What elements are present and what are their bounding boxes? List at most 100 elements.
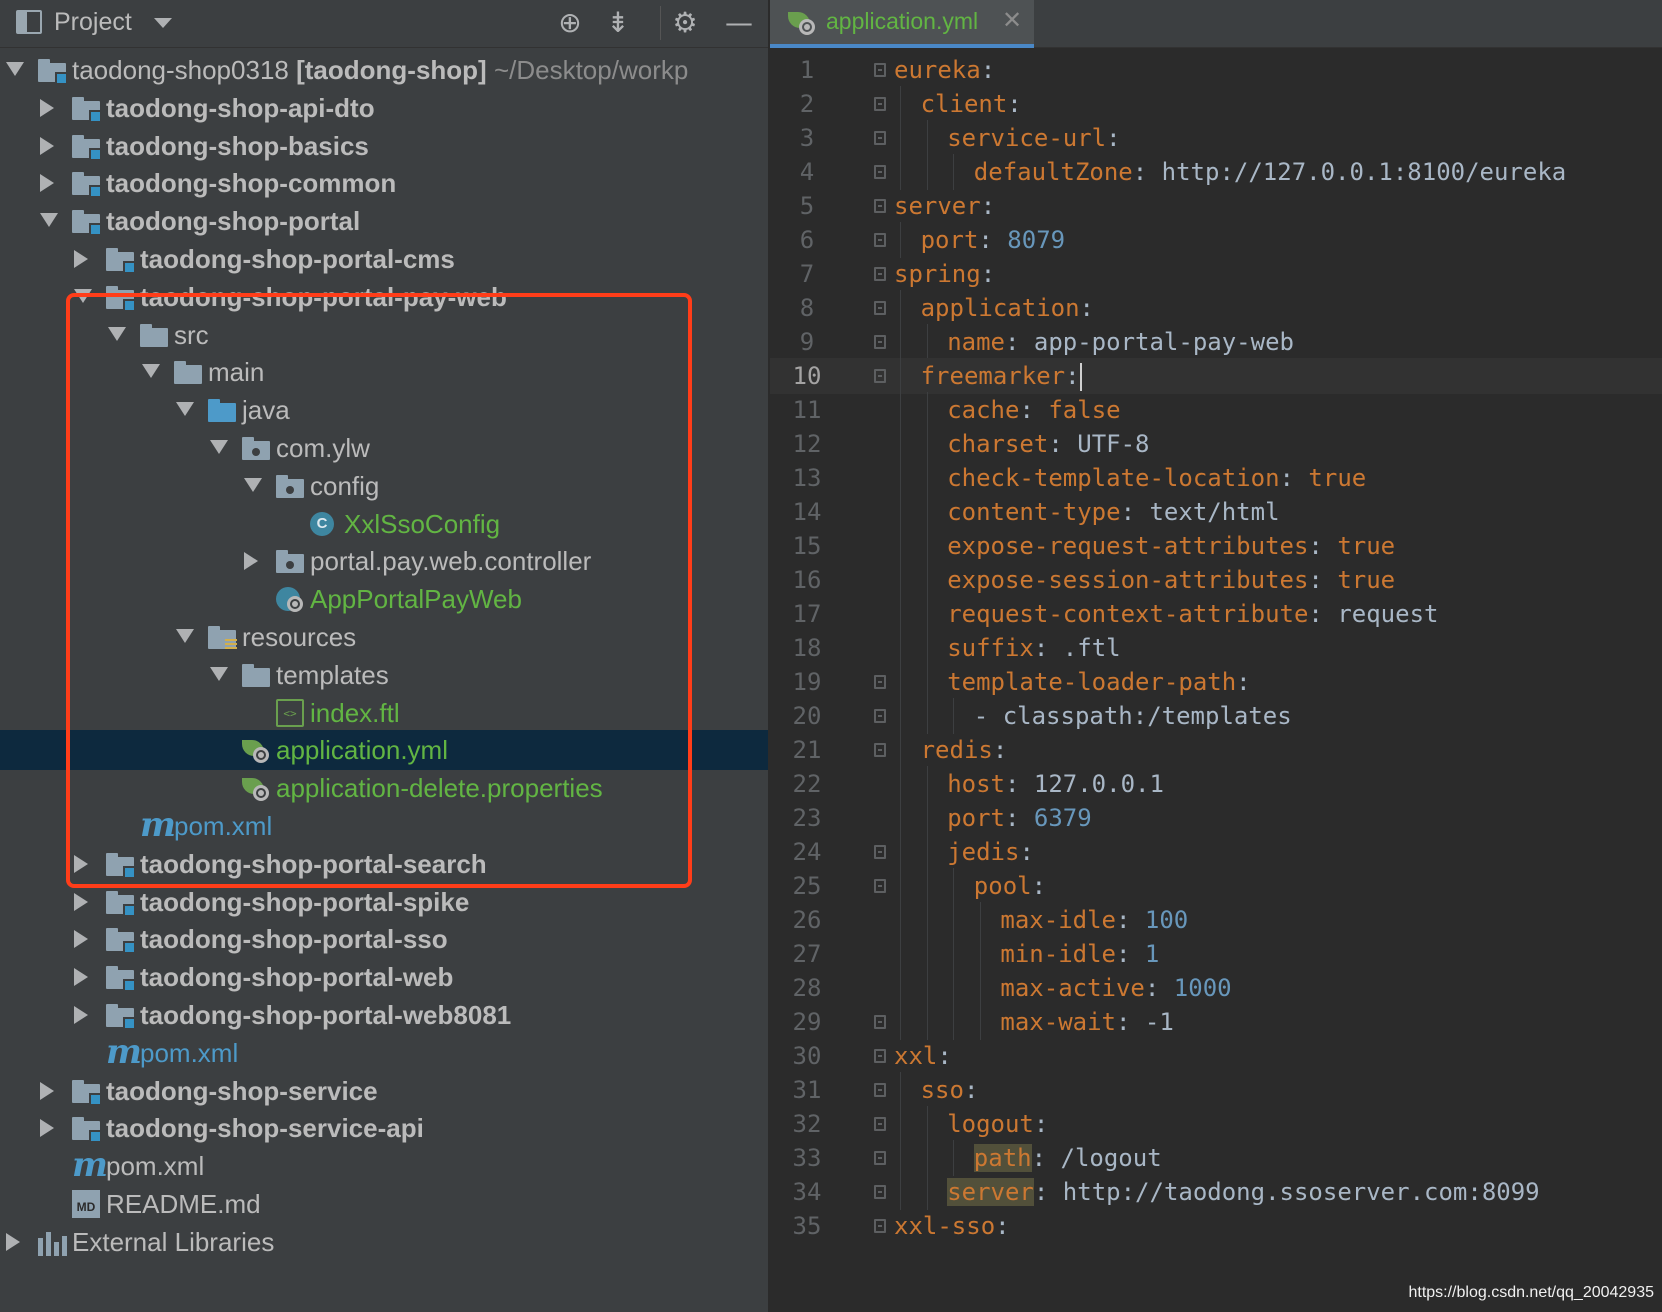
code-line[interactable]: 27 min-idle: 1 xyxy=(770,936,1662,972)
fold-marker-icon[interactable] xyxy=(874,131,886,145)
collapsed-arrow-icon[interactable] xyxy=(40,1119,54,1138)
code-line[interactable]: 29 max-wait: -1 xyxy=(770,1004,1662,1040)
collapsed-arrow-icon[interactable] xyxy=(40,136,54,155)
code-line[interactable]: 15 expose-request-attributes: true xyxy=(770,528,1662,564)
fold-marker-icon[interactable] xyxy=(874,335,886,349)
code-line[interactable]: 23 port: 6379 xyxy=(770,800,1662,836)
gear-icon[interactable]: ⚙ xyxy=(668,6,702,40)
code-line[interactable]: 3 service-url: xyxy=(770,120,1662,156)
fold-marker-icon[interactable] xyxy=(874,233,886,247)
code-line[interactable]: 6 port: 8079 xyxy=(770,222,1662,258)
tree-node[interactable]: config xyxy=(0,466,768,506)
code-line[interactable]: 7 spring: xyxy=(770,256,1662,292)
tree-node[interactable]: src xyxy=(0,315,768,355)
chevron-down-icon[interactable] xyxy=(154,18,172,28)
expanded-arrow-icon[interactable] xyxy=(210,666,228,681)
code-line[interactable]: 1 eureka: xyxy=(770,52,1662,88)
close-icon[interactable]: ✕ xyxy=(1002,6,1022,34)
code-line[interactable]: 17 request-context-attribute: request xyxy=(770,596,1662,632)
code-line[interactable]: 4 defaultZone: http://127.0.0.1:8100/eure… xyxy=(770,154,1662,190)
fold-marker-icon[interactable] xyxy=(874,743,886,757)
code-line[interactable]: 21 redis: xyxy=(770,732,1662,768)
tree-node[interactable]: External Libraries xyxy=(0,1222,768,1262)
collapse-all-icon[interactable]: ⇟ xyxy=(601,6,635,40)
code-line[interactable]: 33 path: /logout xyxy=(770,1140,1662,1176)
code-line[interactable]: 26 max-idle: 100 xyxy=(770,902,1662,938)
code-line[interactable]: 34 server: http://taodong.ssoserver.com:8… xyxy=(770,1174,1662,1210)
tree-node[interactable]: taodong-shop-basics xyxy=(0,126,768,166)
tab-application-yml[interactable]: application.yml ✕ xyxy=(770,0,1034,48)
fold-marker-icon[interactable] xyxy=(874,301,886,315)
collapsed-arrow-icon[interactable] xyxy=(244,552,258,571)
tree-node[interactable]: m pom.xml xyxy=(0,1146,768,1186)
collapsed-arrow-icon[interactable] xyxy=(74,968,88,987)
fold-marker-icon[interactable] xyxy=(874,165,886,179)
tree-node[interactable]: <> index.ftl xyxy=(0,693,768,733)
expanded-arrow-icon[interactable] xyxy=(176,629,194,643)
code-line[interactable]: 16 expose-session-attributes: true xyxy=(770,562,1662,598)
tree-node[interactable]: taodong-shop-portal-sso xyxy=(0,919,768,959)
code-line[interactable]: 14 content-type: text/html xyxy=(770,494,1662,530)
tree-node[interactable]: C XxlSsoConfig xyxy=(0,504,768,544)
tree-node[interactable]: templates xyxy=(0,655,768,695)
code-line[interactable]: 18 suffix: .ftl xyxy=(770,630,1662,666)
collapsed-arrow-icon[interactable] xyxy=(74,250,88,268)
collapsed-arrow-icon[interactable] xyxy=(40,98,54,117)
code-line[interactable]: 10 freemarker: xyxy=(770,358,1662,394)
tree-node[interactable]: resources xyxy=(0,617,768,657)
code-line[interactable]: 31 sso: xyxy=(770,1072,1662,1108)
fold-marker-icon[interactable] xyxy=(874,709,886,723)
collapsed-arrow-icon[interactable] xyxy=(74,854,88,873)
code-line[interactable]: 8 application: xyxy=(770,290,1662,326)
expanded-arrow-icon[interactable] xyxy=(244,477,262,492)
tree-node[interactable]: java xyxy=(0,390,768,430)
fold-marker-icon[interactable] xyxy=(874,369,886,383)
code-line[interactable]: 32 logout: xyxy=(770,1106,1662,1142)
tree-node[interactable]: AppPortalPayWeb xyxy=(0,579,768,619)
tree-node[interactable]: taodong-shop-portal-web8081 xyxy=(0,995,768,1035)
tree-node[interactable]: application.yml xyxy=(0,730,768,771)
code-line[interactable]: 13 check-template-location: true xyxy=(770,460,1662,496)
code-line[interactable]: 12 charset: UTF-8 xyxy=(770,426,1662,462)
collapsed-arrow-icon[interactable] xyxy=(40,1081,54,1100)
code-line[interactable]: 20 - classpath:/templates xyxy=(770,698,1662,734)
fold-marker-icon[interactable] xyxy=(874,1151,886,1165)
tree-node[interactable]: main xyxy=(0,352,768,392)
fold-marker-icon[interactable] xyxy=(874,1049,886,1063)
fold-marker-icon[interactable] xyxy=(874,267,886,281)
locate-icon[interactable]: ⊕ xyxy=(553,6,587,40)
expanded-arrow-icon[interactable] xyxy=(108,326,126,341)
tree-node[interactable]: m pom.xml xyxy=(0,1033,768,1073)
tree-node[interactable]: taodong-shop-portal-cms xyxy=(0,239,768,279)
code-editor[interactable]: 1 eureka: 2 client: 3 service-url: 4 defaultZon… xyxy=(770,52,1662,1312)
code-line[interactable]: 35 xxl-sso: xyxy=(770,1208,1662,1244)
fold-marker-icon[interactable] xyxy=(874,63,886,77)
project-view-selector[interactable]: Project xyxy=(54,8,132,37)
collapsed-arrow-icon[interactable] xyxy=(6,1232,20,1251)
fold-marker-icon[interactable] xyxy=(874,879,886,893)
tree-node[interactable]: MD README.md xyxy=(0,1184,768,1224)
tree-node[interactable]: taodong-shop-service-api xyxy=(0,1108,768,1148)
expanded-arrow-icon[interactable] xyxy=(6,62,24,76)
tree-node[interactable]: taodong-shop-portal-search xyxy=(0,844,768,884)
code-line[interactable]: 9 name: app-portal-pay-web xyxy=(770,324,1662,360)
tree-node[interactable]: taodong-shop-common xyxy=(0,163,768,203)
expanded-arrow-icon[interactable] xyxy=(74,288,92,303)
tree-node[interactable]: taodong-shop-portal-pay-web xyxy=(0,277,768,317)
fold-marker-icon[interactable] xyxy=(874,1185,886,1199)
fold-marker-icon[interactable] xyxy=(874,199,886,213)
collapsed-arrow-icon[interactable] xyxy=(74,1006,88,1024)
code-line[interactable]: 30 xxl: xyxy=(770,1038,1662,1074)
tree-node[interactable]: taodong-shop-portal xyxy=(0,201,768,241)
code-line[interactable]: 28 max-active: 1000 xyxy=(770,970,1662,1006)
fold-marker-icon[interactable] xyxy=(874,1083,886,1097)
expanded-arrow-icon[interactable] xyxy=(176,402,194,417)
fold-marker-icon[interactable] xyxy=(874,97,886,111)
code-line[interactable]: 5 server: xyxy=(770,188,1662,224)
tree-node[interactable]: taodong-shop-api-dto xyxy=(0,88,768,128)
code-line[interactable]: 19 template-loader-path: xyxy=(770,664,1662,700)
minimize-icon[interactable]: — xyxy=(722,6,756,40)
tree-node[interactable]: application-delete.properties xyxy=(0,768,768,808)
fold-marker-icon[interactable] xyxy=(874,845,886,859)
collapsed-arrow-icon[interactable] xyxy=(74,930,88,949)
